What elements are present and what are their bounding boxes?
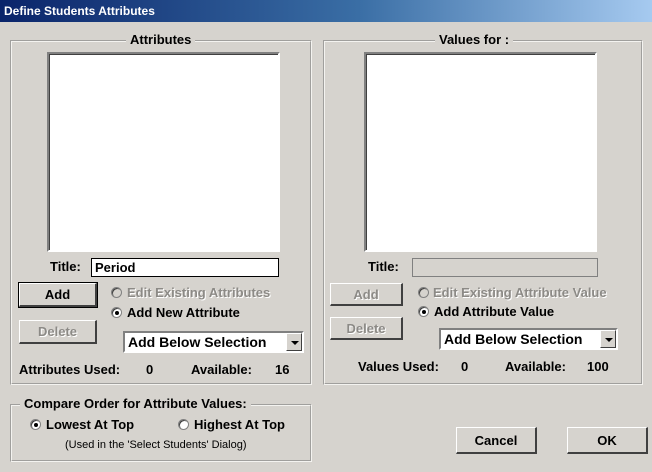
attribute-title-label: Title: [50,259,81,274]
value-position-value: Add Below Selection [444,331,583,347]
values-list[interactable] [364,52,597,252]
delete-attribute-button[interactable]: Delete [19,320,97,344]
add-new-attribute-label: Add New Attribute [127,305,240,320]
attributes-group-label: Attributes [126,32,196,48]
add-attribute-value-label: Add Attribute Value [434,304,555,319]
values-available-label: Available: [505,359,566,374]
edit-existing-value-label: Edit Existing Attribute Value [433,285,607,300]
cancel-button[interactable]: Cancel [456,427,537,454]
lowest-at-top-label: Lowest At Top [46,417,135,432]
values-used-value: 0 [461,359,469,374]
attributes-available-value: 16 [275,362,290,377]
dialog-body: Attributes Title: Period Add Delete Edit… [0,22,652,472]
add-value-button[interactable]: Add [330,283,403,306]
edit-existing-value-radio[interactable] [418,287,429,298]
compare-order-note: (Used in the 'Select Students' Dialog) [65,439,247,451]
values-group-label: Values for : [435,32,514,48]
attribute-position-value: Add Below Selection [128,334,267,350]
chevron-down-icon[interactable] [600,330,616,348]
attributes-list[interactable] [47,52,280,252]
attributes-available-label: Available: [191,362,252,377]
value-title-input[interactable] [412,258,598,277]
delete-value-button[interactable]: Delete [330,317,403,340]
add-attribute-button[interactable]: Add [18,282,98,308]
value-title-label: Title: [368,259,399,274]
radio-selected-dot [34,423,38,427]
attributes-used-value: 0 [146,362,154,377]
attribute-position-select[interactable]: Add Below Selection [123,331,304,353]
values-available-value: 100 [587,359,609,374]
radio-selected-dot [115,311,119,315]
add-attribute-value-radio[interactable] [418,306,429,317]
add-new-attribute-radio[interactable] [111,307,122,318]
ok-button[interactable]: OK [567,427,648,454]
edit-existing-attributes-radio[interactable] [111,287,122,298]
window-title: Define Students Attributes [0,0,652,22]
values-used-label: Values Used: [358,359,439,374]
value-position-select[interactable]: Add Below Selection [439,328,618,350]
radio-selected-dot [422,310,426,314]
attributes-used-label: Attributes Used: [19,362,121,377]
chevron-down-icon[interactable] [286,333,302,351]
compare-order-group-label: Compare Order for Attribute Values: [20,396,251,412]
compare-order-group: Compare Order for Attribute Values: [10,396,312,462]
highest-at-top-radio[interactable] [178,419,189,430]
lowest-at-top-radio[interactable] [30,419,41,430]
attribute-title-input[interactable]: Period [91,258,279,277]
highest-at-top-label: Highest At Top [194,417,285,432]
edit-existing-attributes-label: Edit Existing Attributes [127,285,271,300]
